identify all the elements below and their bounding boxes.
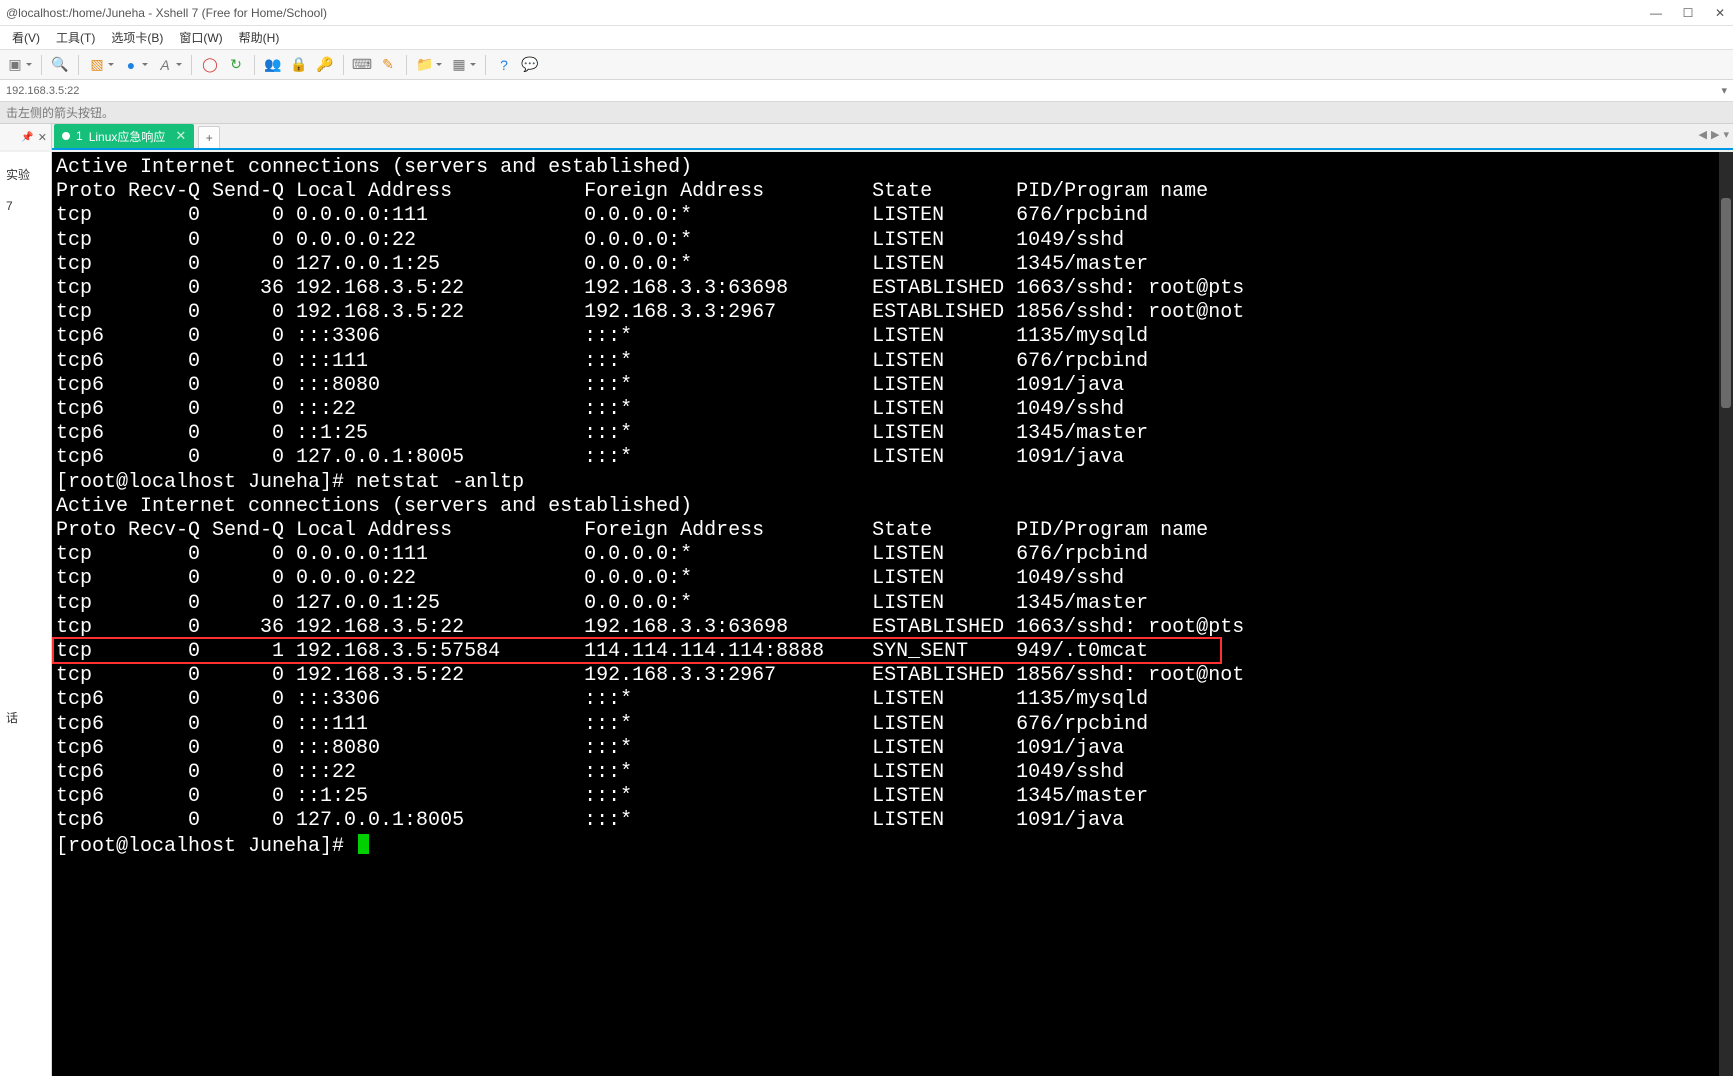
menu-window[interactable]: 窗口(W)	[171, 26, 230, 50]
folder-icon[interactable]: 📁	[414, 54, 436, 76]
terminal-scrollbar[interactable]	[1719, 152, 1733, 1076]
session-dropdown-icon[interactable]: ▣	[4, 54, 26, 76]
tab-nav-menu-icon[interactable]: ▾	[1723, 128, 1729, 141]
window-layout-icon[interactable]: ▦	[448, 54, 470, 76]
main-area: 实验 7 话 Active Internet connections (serv…	[0, 152, 1733, 1076]
tab-nav-right-icon[interactable]: ▶	[1711, 128, 1719, 141]
maximize-button[interactable]: ☐	[1681, 6, 1695, 20]
terminal-cursor	[358, 834, 369, 854]
search-icon[interactable]: 🔍	[49, 54, 71, 76]
color-scheme-icon[interactable]: ▧	[86, 54, 108, 76]
globe-icon[interactable]: ●	[120, 54, 142, 76]
tab-nav: ◀ ▶ ▾	[1699, 128, 1729, 141]
hintbar: 击左侧的箭头按钮。	[0, 102, 1733, 124]
tab-close-icon[interactable]: ✕	[175, 128, 186, 144]
addressbar[interactable]: 192.168.3.5:22 ▾	[0, 80, 1733, 102]
record-icon[interactable]: ◯	[199, 54, 221, 76]
menu-help[interactable]: 帮助(H)	[231, 26, 288, 50]
tabbar: 📌 ✕ 1 Linux应急响应 ✕ + ◀ ▶ ▾	[0, 124, 1733, 150]
side-pane-header: 📌 ✕	[0, 124, 52, 150]
sidebar-item-0[interactable]: 实验	[0, 158, 51, 191]
play-icon[interactable]: ↻	[225, 54, 247, 76]
window-controls: — ☐ ✕	[1649, 6, 1727, 20]
address-text: 192.168.3.5:22	[6, 85, 79, 97]
key-icon[interactable]: 🔑	[314, 54, 336, 76]
new-tab-button[interactable]: +	[198, 126, 220, 148]
font-icon[interactable]: A	[154, 54, 176, 76]
terminal-output: Active Internet connections (servers and…	[52, 152, 1733, 867]
tab-status-dot-icon	[62, 132, 70, 140]
close-side-pane-icon[interactable]: ✕	[38, 131, 47, 144]
window-titlebar: @localhost:/home/Juneha - Xshell 7 (Free…	[0, 0, 1733, 26]
tab-session-1[interactable]: 1 Linux应急响应 ✕	[54, 124, 194, 148]
close-window-button[interactable]: ✕	[1713, 6, 1727, 20]
help-icon[interactable]: ?	[493, 54, 515, 76]
tab-label: Linux应急响应	[89, 128, 166, 145]
toolbar: ▣ 🔍 ▧ ● A ◯ ↻ 👥 🔒 🔑 ⌨ ✎ 📁 ▦ ? 💬	[0, 50, 1733, 80]
keyboard-icon[interactable]: ⌨	[351, 54, 373, 76]
sidebar-item-1[interactable]: 7	[0, 191, 51, 221]
tab-nav-left-icon[interactable]: ◀	[1699, 128, 1707, 141]
terminal[interactable]: Active Internet connections (servers and…	[52, 152, 1733, 1076]
menu-view[interactable]: 看(V)	[4, 26, 48, 50]
edit-icon[interactable]: ✎	[377, 54, 399, 76]
sidebar: 实验 7 话	[0, 152, 52, 1076]
tab-index: 1	[76, 129, 83, 143]
menu-tabs[interactable]: 选项卡(B)	[103, 26, 171, 50]
addressbar-dropdown-icon[interactable]: ▾	[1721, 84, 1727, 97]
pin-icon[interactable]: 📌	[21, 132, 33, 143]
menu-tools[interactable]: 工具(T)	[48, 26, 103, 50]
sidebar-item-2[interactable]: 话	[0, 701, 51, 734]
minimize-button[interactable]: —	[1649, 6, 1663, 20]
window-title: @localhost:/home/Juneha - Xshell 7 (Free…	[6, 6, 327, 20]
chat-icon[interactable]: 💬	[519, 54, 541, 76]
terminal-scrollbar-thumb[interactable]	[1721, 198, 1731, 408]
hint-text: 击左侧的箭头按钮。	[6, 104, 114, 121]
users-icon[interactable]: 👥	[262, 54, 284, 76]
tabstrip: 1 Linux应急响应 ✕ +	[52, 124, 1733, 148]
lock-icon[interactable]: 🔒	[288, 54, 310, 76]
menubar: 看(V) 工具(T) 选项卡(B) 窗口(W) 帮助(H)	[0, 26, 1733, 50]
